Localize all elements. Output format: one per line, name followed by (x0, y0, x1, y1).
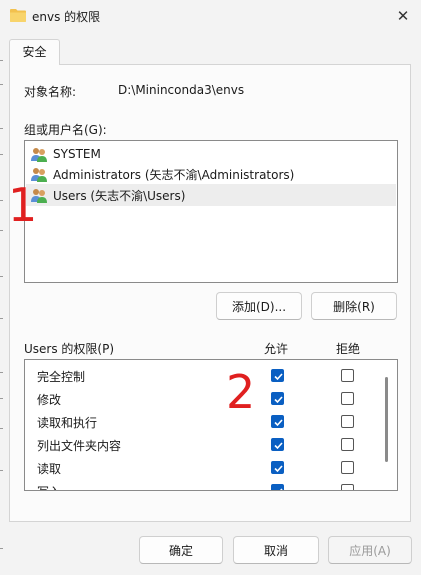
apply-button-label: 应用(A) (349, 543, 391, 558)
permissions-list[interactable]: 完全控制修改读取和执行列出文件夹内容读取写入 (24, 359, 398, 491)
permission-label: 完全控制 (37, 370, 86, 384)
allow-checkbox[interactable] (271, 484, 284, 490)
allow-column-header: 允许 (264, 342, 289, 356)
checkmark-icon (274, 373, 283, 381)
annotation-2: 2 (226, 365, 256, 419)
scrollbar-thumb[interactable] (385, 377, 388, 462)
allow-checkbox[interactable] (271, 369, 284, 382)
checkmark-icon (280, 488, 283, 490)
permission-label: 修改 (37, 393, 62, 407)
title-bar: envs 的权限 ✕ (0, 0, 421, 32)
permissions-header: Users 的权限(P) (24, 342, 115, 356)
add-button[interactable]: 添加(D)... (216, 292, 302, 320)
deny-column-header: 拒绝 (336, 342, 361, 356)
checkmark-icon (274, 442, 283, 450)
permission-label: 读取 (37, 462, 62, 476)
add-button-label: 添加(D)... (231, 299, 287, 314)
tab-security[interactable]: 安全 (9, 39, 60, 65)
object-name-label: 对象名称: (24, 85, 77, 99)
close-button[interactable]: ✕ (390, 4, 416, 28)
deny-checkbox[interactable] (341, 461, 354, 474)
permission-row: 读取 (25, 456, 397, 479)
window-title: envs 的权限 (32, 10, 101, 24)
deny-checkbox[interactable] (341, 438, 354, 451)
cancel-button[interactable]: 取消 (233, 536, 319, 564)
tab-security-label: 安全 (22, 45, 47, 59)
remove-button-label: 删除(R) (333, 299, 375, 314)
permission-row: 读取和执行 (25, 410, 397, 433)
list-item-label: Administrators (矢志不渝\Administrators) (53, 167, 295, 182)
list-item[interactable]: Users (矢志不渝\Users) (26, 184, 396, 206)
permission-label: 列出文件夹内容 (37, 439, 122, 453)
permission-label: 写入 (37, 483, 61, 490)
permission-row: 修改 (25, 387, 397, 410)
permission-label: 读取和执行 (37, 416, 98, 430)
cancel-button-label: 取消 (263, 543, 288, 558)
deny-checkbox[interactable] (341, 369, 354, 382)
groups-label: 组或用户名(G): (24, 123, 107, 137)
groups-listbox[interactable]: SYSTEM Administrators (矢志不渝\Administrato… (24, 140, 398, 283)
apply-button: 应用(A) (328, 536, 412, 564)
allow-checkbox[interactable] (271, 415, 284, 428)
left-edge-marks (0, 0, 3, 575)
list-item-label: SYSTEM (53, 147, 101, 161)
list-item-label: Users (矢志不渝\Users) (53, 188, 186, 203)
object-name-value: D:\Mininconda3\envs (118, 83, 245, 97)
checkmark-icon (274, 396, 283, 404)
permission-row: 列出文件夹内容 (25, 433, 397, 456)
allow-checkbox[interactable] (271, 461, 284, 474)
list-item[interactable]: SYSTEM (26, 143, 396, 165)
permission-row: 写入 (25, 479, 397, 490)
allow-checkbox[interactable] (271, 392, 284, 405)
deny-checkbox[interactable] (341, 392, 354, 405)
ok-button[interactable]: 确定 (139, 536, 223, 564)
permission-row: 完全控制 (25, 364, 397, 387)
remove-button[interactable]: 删除(R) (311, 292, 397, 320)
deny-checkbox[interactable] (341, 484, 354, 490)
users-group-icon (31, 148, 47, 162)
list-item[interactable]: Administrators (矢志不渝\Administrators) (26, 163, 396, 185)
checkmark-icon (274, 419, 283, 427)
allow-checkbox[interactable] (271, 438, 284, 451)
folder-icon (10, 9, 26, 22)
deny-checkbox[interactable] (341, 415, 354, 428)
close-icon: ✕ (396, 7, 410, 25)
checkmark-icon (274, 465, 283, 473)
ok-button-label: 确定 (168, 543, 193, 558)
annotation-1: 1 (8, 178, 38, 232)
